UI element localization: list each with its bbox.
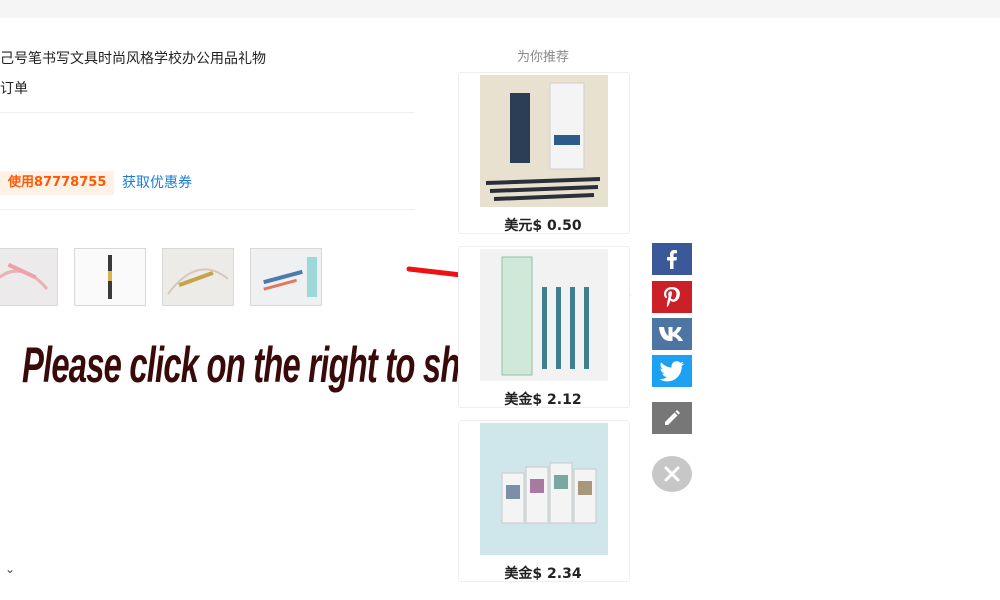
recommend-title: 为你推荐	[516, 50, 569, 65]
close-icon	[664, 466, 680, 482]
close-button[interactable]	[652, 456, 692, 492]
recommend-item-2[interactable]	[458, 246, 630, 408]
coupon-code-tag: 使用87778755	[0, 171, 115, 195]
recommend-price-1: 美元$ 0.50	[504, 218, 582, 234]
share-vk-button[interactable]	[652, 318, 692, 350]
vk-icon	[659, 327, 683, 341]
twitter-icon	[659, 361, 684, 382]
get-coupon-link[interactable]: 获取优惠券	[122, 171, 192, 195]
thumbnail-image	[163, 249, 233, 305]
top-bar	[0, 0, 1000, 18]
thumbnail-image	[0, 249, 57, 305]
divider	[0, 209, 415, 210]
product-image	[480, 75, 608, 207]
pinterest-icon	[664, 287, 680, 307]
product-title-line-1: 己号笔书写文具时尚风格学校办公用品礼物	[0, 51, 266, 67]
facebook-icon	[667, 250, 677, 269]
divider	[0, 112, 415, 113]
recommend-price-3: 美金$ 2.34	[504, 566, 582, 582]
product-image	[480, 423, 608, 555]
share-twitter-button[interactable]	[652, 355, 692, 387]
share-facebook-button[interactable]	[652, 243, 692, 275]
edit-button[interactable]	[652, 402, 692, 434]
product-image	[480, 249, 608, 381]
share-pinterest-button[interactable]	[652, 281, 692, 313]
product-thumbnail-3[interactable]	[162, 248, 234, 306]
chevron-down-icon[interactable]: ⌄	[5, 562, 15, 576]
thumbnail-image	[251, 249, 321, 305]
edit-icon	[665, 410, 680, 425]
thumbnail-image	[75, 249, 145, 305]
product-thumbnail-2[interactable]	[74, 248, 146, 306]
product-title-line-2: 订单	[0, 81, 28, 97]
product-thumbnail-1[interactable]	[0, 248, 58, 306]
recommend-item-1[interactable]	[458, 72, 630, 234]
recommend-price-2: 美金$ 2.12	[504, 392, 582, 408]
recommend-item-3[interactable]	[458, 420, 630, 582]
share-instruction-text: Please click on the right to share	[22, 338, 507, 393]
product-thumbnail-4[interactable]	[250, 248, 322, 306]
